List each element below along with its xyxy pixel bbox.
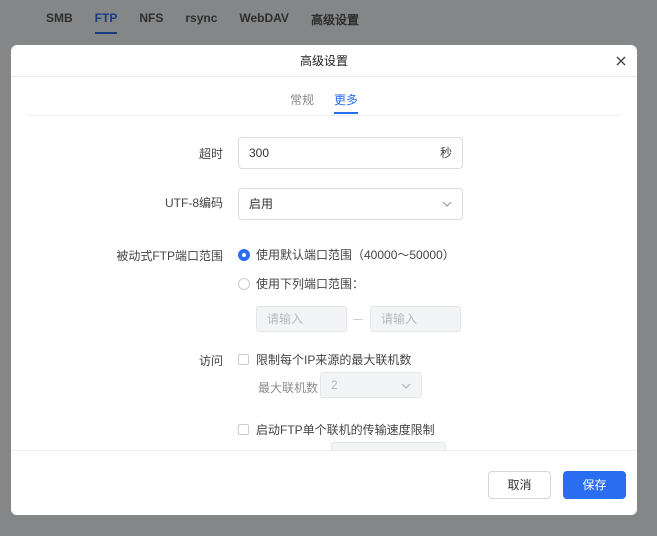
checkbox-icon	[238, 424, 249, 435]
tab-more[interactable]: 更多	[334, 91, 359, 114]
radio-custom-ports[interactable]: 使用下列端口范围：	[238, 275, 364, 292]
dialog-footer: 取消 保存	[11, 450, 637, 515]
radio-default-ports-label: 使用默认端口范围（40000～50000）	[256, 248, 455, 262]
timeout-input[interactable]: 300 秒	[238, 137, 463, 169]
chevron-down-icon	[401, 383, 411, 389]
speed-limit-input-partial[interactable]	[331, 442, 446, 450]
close-icon[interactable]	[613, 53, 629, 69]
radio-checked-icon	[238, 248, 250, 261]
utf8-value: 启用	[249, 197, 274, 211]
radio-custom-ports-label: 使用下列端口范围：	[256, 277, 365, 291]
save-button[interactable]: 保存	[563, 471, 626, 499]
limit-connections-label: 限制每个IP来源的最大联机数	[256, 353, 412, 367]
timeout-unit: 秒	[439, 146, 452, 160]
max-connections-select[interactable]: 2	[320, 372, 422, 398]
utf8-select[interactable]: 启用	[238, 188, 463, 220]
speed-limit-label: 启动FTP单个联机的传输速度限制	[256, 423, 435, 437]
timeout-value: 300	[249, 146, 270, 160]
checkbox-icon	[238, 354, 249, 365]
radio-default-ports[interactable]: 使用默认端口范围（40000～50000）	[238, 246, 455, 263]
timeout-label: 超时	[198, 147, 223, 161]
utf8-label: UTF-8编码	[165, 196, 223, 210]
port-start-input[interactable]: 请输入	[256, 306, 347, 332]
radio-unchecked-icon	[238, 277, 250, 290]
access-label: 访问	[198, 354, 223, 368]
limit-connections-checkbox[interactable]: 限制每个IP来源的最大联机数	[238, 351, 411, 368]
port-range-separator	[353, 319, 363, 320]
tab-general[interactable]: 常规	[290, 91, 314, 114]
chevron-down-icon	[442, 201, 452, 207]
cancel-button[interactable]: 取消	[488, 471, 551, 499]
max-connections-value: 2	[331, 378, 338, 392]
dialog-title: 高级设置	[11, 45, 637, 77]
settings-form: 超时 300 秒 UTF-8编码 启用 被动式FTP端口范围 使用默认端口范围（…	[11, 116, 637, 450]
advanced-settings-dialog: 高级设置 常规 更多 超时 300 秒 UTF-8编码 启用 被动式FTP端口范…	[11, 45, 637, 515]
max-connections-label: 最大联机数	[258, 381, 319, 395]
passive-ports-label: 被动式FTP端口范围	[116, 249, 223, 263]
settings-subtabs: 常规 更多	[11, 91, 637, 114]
port-end-input[interactable]: 请输入	[370, 306, 461, 332]
speed-limit-checkbox[interactable]: 启动FTP单个联机的传输速度限制	[238, 421, 435, 438]
